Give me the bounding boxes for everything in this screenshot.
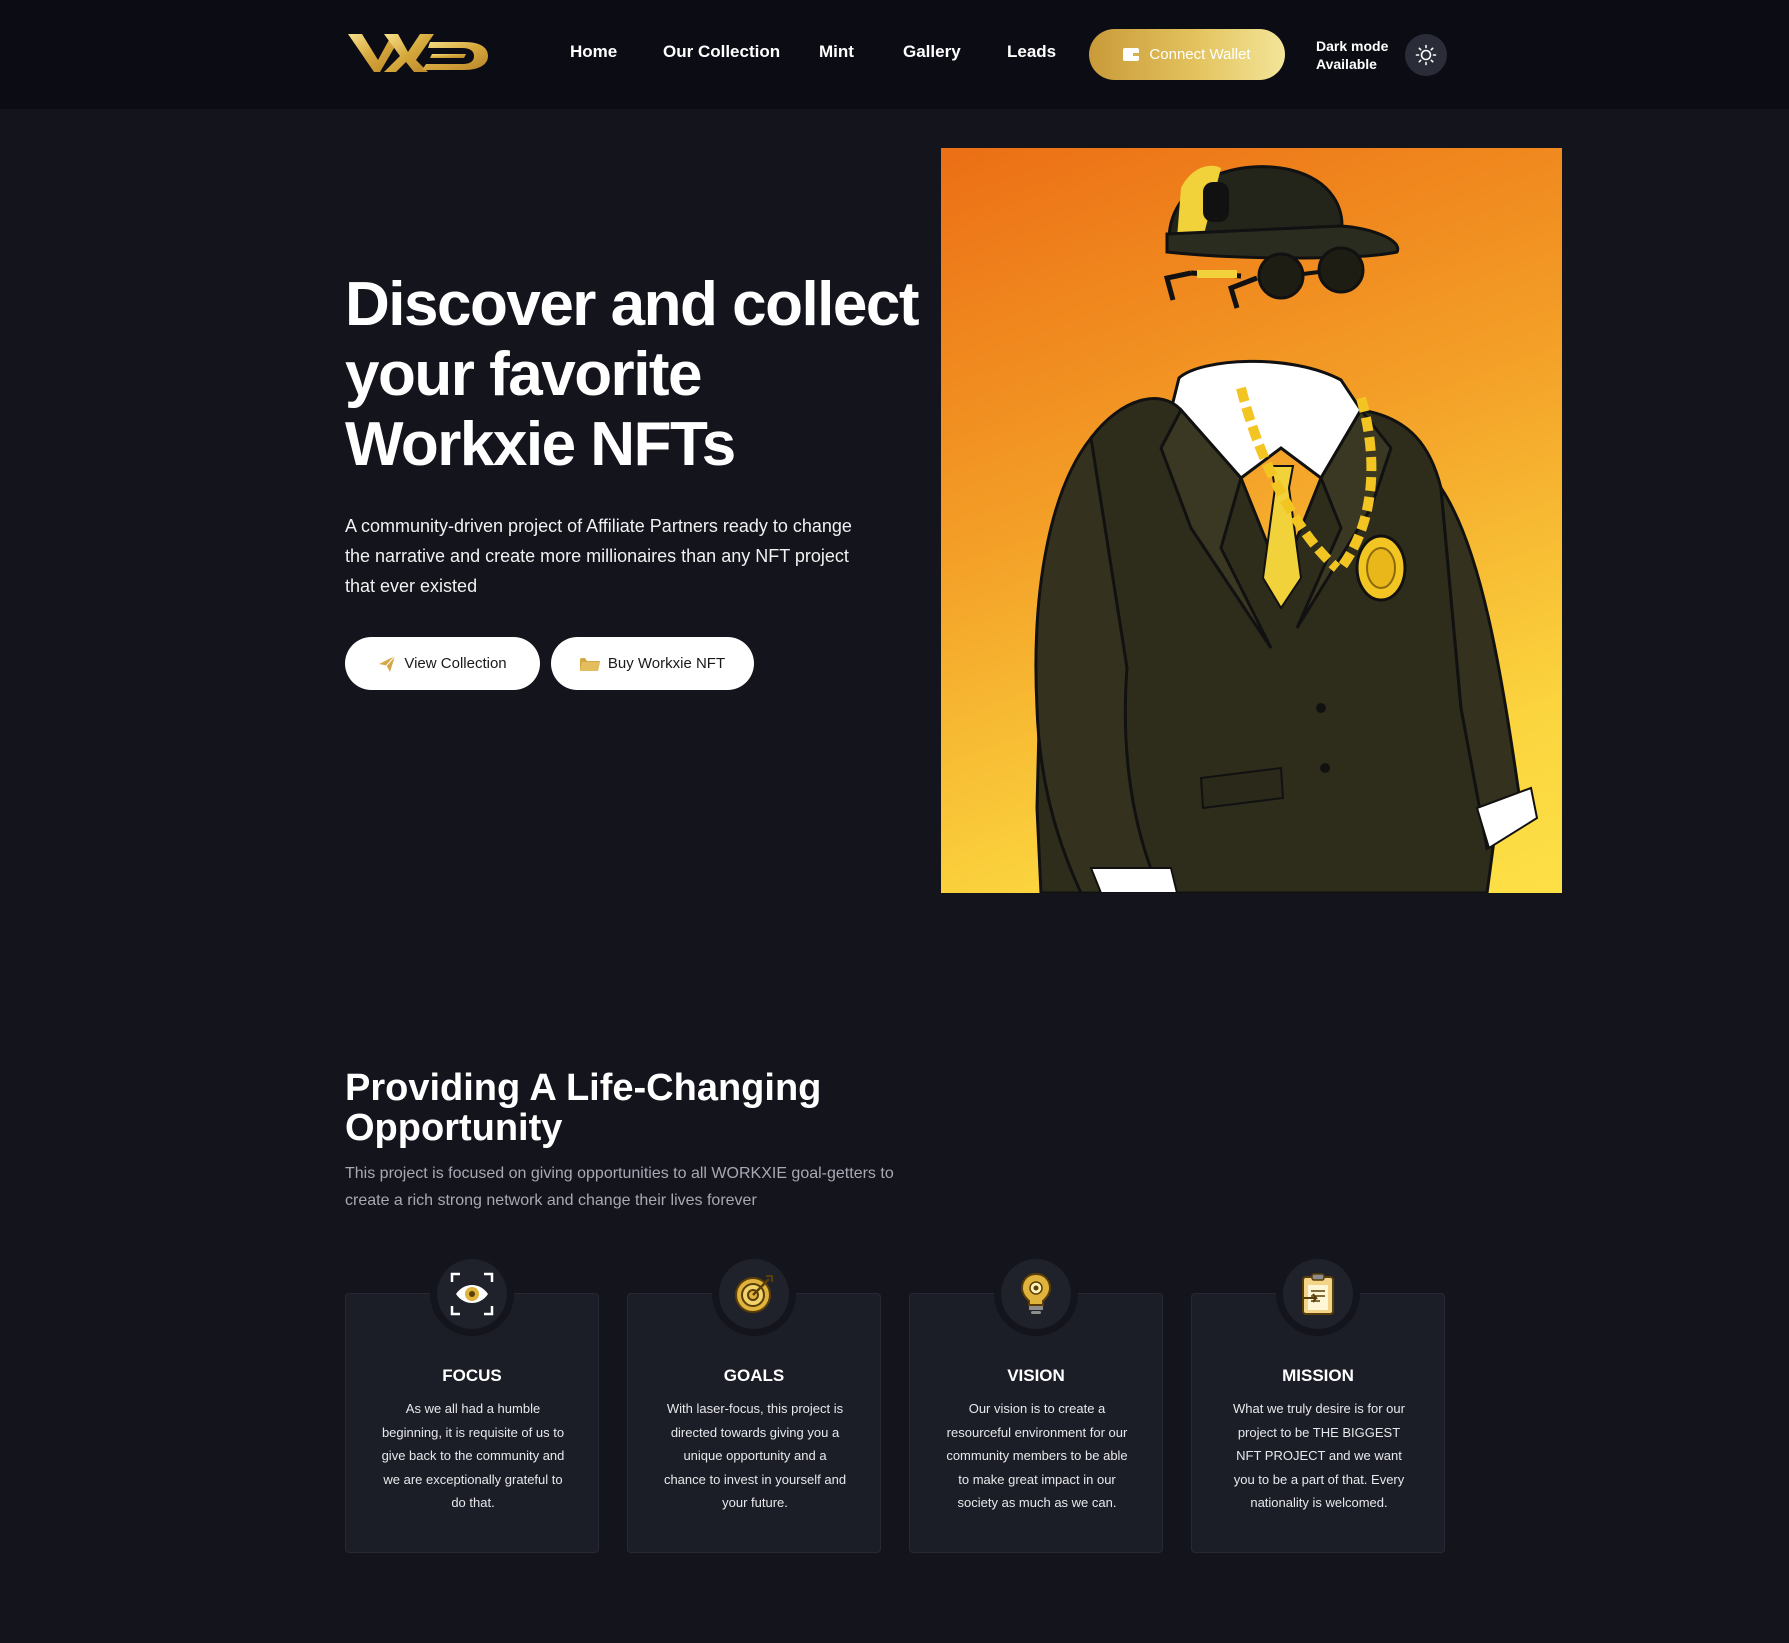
card-title: GOALS bbox=[723, 1366, 785, 1385]
wx-logo[interactable] bbox=[346, 28, 492, 76]
dark-mode-label: Dark mode Available bbox=[1316, 38, 1389, 72]
connect-wallet-label: Connect Wallet bbox=[1149, 46, 1251, 63]
target-icon bbox=[735, 1275, 773, 1313]
card-title: MISSION bbox=[1282, 1366, 1354, 1385]
card-text: As we all had a humble beginning, it is … bbox=[381, 1401, 565, 1510]
card-text: Our vision is to create a resourceful en… bbox=[946, 1401, 1128, 1510]
nav-link-gallery[interactable]: Gallery bbox=[903, 42, 961, 62]
theme-toggle-button[interactable] bbox=[1405, 34, 1447, 76]
card-text: With laser-focus, this project is direct… bbox=[663, 1401, 847, 1510]
view-collection-label: View Collection bbox=[404, 655, 507, 672]
hero-nft-image bbox=[941, 148, 1562, 893]
section-description: This project is focused on giving opport… bbox=[345, 1165, 894, 1209]
eye-icon bbox=[450, 1272, 494, 1316]
feature-card-mission: MISSION What we truly desire is for our … bbox=[1191, 1252, 1445, 1553]
nav-link-home[interactable]: Home bbox=[570, 42, 617, 62]
buy-nft-button[interactable]: Buy Workxie NFT bbox=[551, 637, 754, 690]
buy-nft-label: Buy Workxie NFT bbox=[607, 655, 726, 672]
feature-card-vision: VISION Our vision is to create a resourc… bbox=[909, 1252, 1163, 1553]
feature-card-focus: FOCUS As we all had a humble beginning, … bbox=[345, 1252, 599, 1553]
section-title: Providing A Life-Changing Opportunity bbox=[345, 1067, 822, 1149]
top-navbar: Home Our Collection Mint Gallery Leads C… bbox=[0, 0, 1789, 109]
nav-link-mint[interactable]: Mint bbox=[819, 42, 854, 62]
lightbulb-icon bbox=[1020, 1272, 1052, 1314]
hero-title: Discover and collect your favorite Workx… bbox=[345, 270, 920, 479]
card-title: VISION bbox=[1007, 1366, 1065, 1385]
nav-link-our-collection[interactable]: Our Collection bbox=[663, 42, 780, 62]
clipboard-icon bbox=[1302, 1273, 1334, 1315]
card-title: FOCUS bbox=[442, 1366, 502, 1385]
folder-icon bbox=[579, 657, 600, 671]
card-text: What we truly desire is for our project … bbox=[1233, 1401, 1405, 1510]
connect-wallet-button[interactable]: Connect Wallet bbox=[1089, 29, 1285, 80]
wallet-icon bbox=[1123, 48, 1140, 61]
feature-card-goals: GOALS With laser-focus, this project is … bbox=[627, 1252, 881, 1553]
view-collection-button[interactable]: View Collection bbox=[345, 637, 540, 690]
hero-description: A community-driven project of Affiliate … bbox=[345, 516, 852, 596]
sun-icon bbox=[1415, 44, 1437, 66]
paper-plane-icon bbox=[379, 655, 396, 672]
nav-link-leads[interactable]: Leads bbox=[1007, 42, 1056, 62]
